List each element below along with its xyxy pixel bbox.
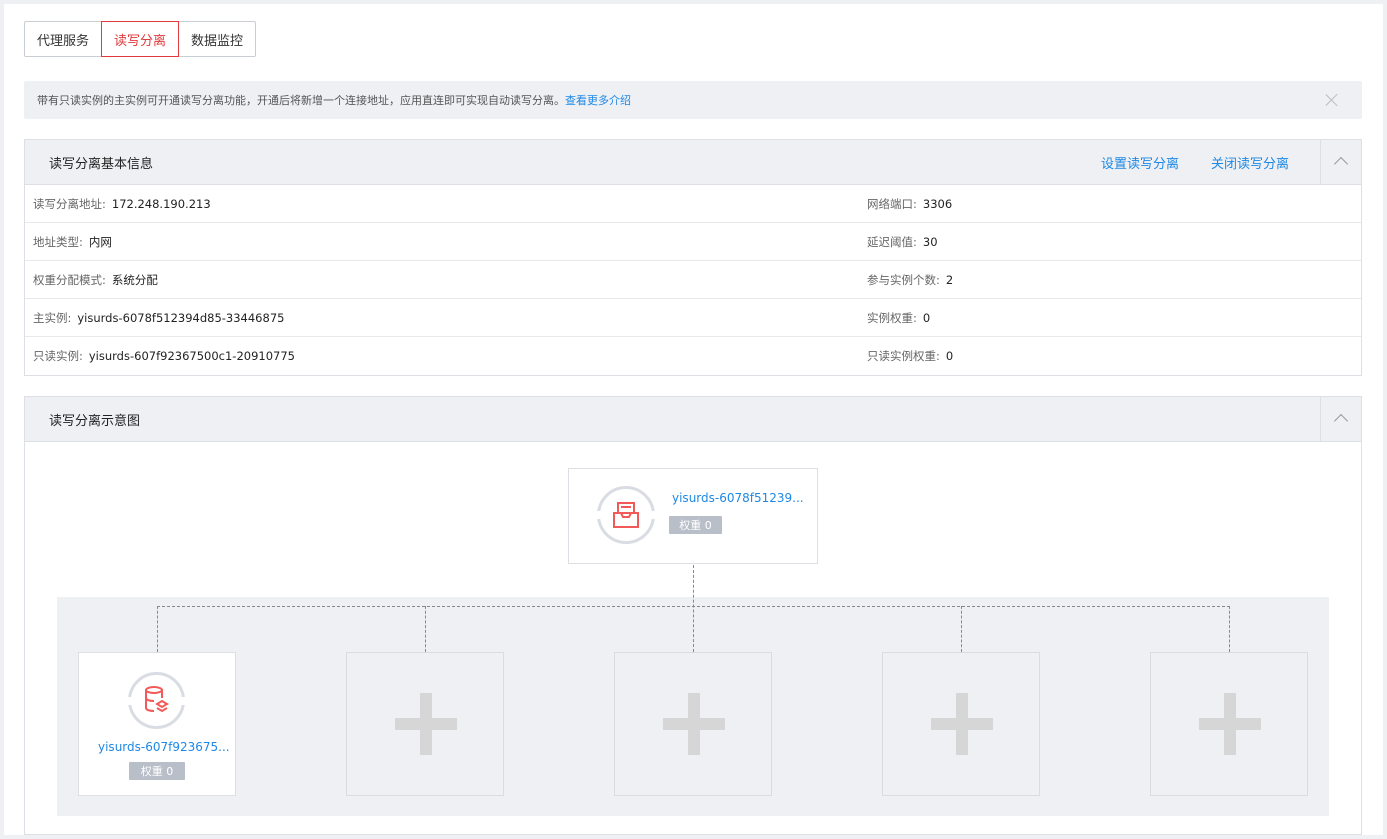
basic-info-title: 读写分离基本信息 xyxy=(49,156,154,172)
connector-line xyxy=(961,606,962,652)
delay-threshold-label: 延迟阈值: xyxy=(867,234,917,249)
info-row: 权重分配模式: 系统分配 参与实例个数: 2 xyxy=(25,261,1361,299)
port-value: 3306 xyxy=(922,196,953,211)
add-readonly-slot[interactable] xyxy=(882,652,1040,796)
diagram-header: 读写分离示意图 xyxy=(25,397,1361,442)
connector-line xyxy=(425,606,426,652)
basic-info-header: 读写分离基本信息 设置读写分离 关闭读写分离 xyxy=(25,140,1361,185)
connector-line xyxy=(1229,606,1230,652)
diagram-body: yisurds-6078f51239... 权重 0 yisurds-607f9… xyxy=(25,442,1361,836)
readonly-weight-label: 只读实例权重: xyxy=(867,348,940,363)
tab-data-monitor[interactable]: 数据监控 xyxy=(178,21,257,57)
readonly-instance-value: yisurds-607f92367500c1-20910775 xyxy=(88,348,295,363)
info-row: 主实例: yisurds-6078f512394d85-33446875 实例权重… xyxy=(25,299,1361,337)
notice-banner: 带有只读实例的主实例可开通读写分离功能，开通后将新增一个连接地址，应用直连即可实… xyxy=(24,81,1362,119)
instance-count-value: 2 xyxy=(945,272,954,287)
master-instance-value: yisurds-6078f512394d85-33446875 xyxy=(77,310,285,325)
add-readonly-slot[interactable] xyxy=(346,652,504,796)
plus-icon xyxy=(931,693,993,755)
tab-proxy-service[interactable]: 代理服务 xyxy=(24,21,103,57)
readonly-weight-badge: 权重 0 xyxy=(129,762,185,780)
port-label: 网络端口: xyxy=(867,196,917,211)
chevron-up-icon[interactable] xyxy=(1320,140,1361,184)
plus-icon xyxy=(1199,693,1261,755)
basic-info-panel: 读写分离基本信息 设置读写分离 关闭读写分离 读写分离地址: 172.248.19… xyxy=(24,139,1362,376)
info-row: 读写分离地址: 172.248.190.213 网络端口: 3306 xyxy=(25,185,1361,223)
readonly-instances-area: yisurds-607f923675... 权重 0 xyxy=(57,565,1329,816)
disable-rw-split-button[interactable]: 关闭读写分离 xyxy=(1211,153,1289,172)
rw-address-label: 读写分离地址: xyxy=(33,196,106,211)
connector-line xyxy=(157,606,158,652)
master-weight-label: 权重 xyxy=(679,519,702,532)
chevron-up-icon[interactable] xyxy=(1320,397,1361,441)
master-instance-card[interactable]: yisurds-6078f51239... 权重 0 xyxy=(568,468,818,564)
add-readonly-slot[interactable] xyxy=(614,652,772,796)
readonly-instance-label: 只读实例: xyxy=(33,348,83,363)
diagram-panel: 读写分离示意图 yisurds-6078f51239... 权重 0 yisur… xyxy=(24,396,1362,835)
readonly-instance-card[interactable]: yisurds-607f923675... 权重 0 xyxy=(78,652,236,796)
page: 代理服务 读写分离 数据监控 带有只读实例的主实例可开通读写分离功能，开通后将新… xyxy=(4,4,1383,835)
readonly-db-icon xyxy=(127,672,186,729)
master-weight-badge: 权重 0 xyxy=(669,516,722,534)
delay-threshold-value: 30 xyxy=(922,234,938,249)
connector-line xyxy=(693,565,694,652)
info-row: 地址类型: 内网 延迟阈值: 30 xyxy=(25,223,1361,261)
rw-address-value: 172.248.190.213 xyxy=(111,196,211,211)
master-instance-name[interactable]: yisurds-6078f51239... xyxy=(672,491,804,505)
address-type-label: 地址类型: xyxy=(33,234,83,249)
master-weight-value: 0 xyxy=(704,518,712,532)
instance-weight-label: 实例权重: xyxy=(867,310,917,325)
readonly-weight-value: 0 xyxy=(945,348,954,363)
plus-icon xyxy=(663,693,725,755)
readonly-weight-badge-value: 0 xyxy=(166,764,174,778)
add-readonly-slot[interactable] xyxy=(1150,652,1308,796)
tab-read-write-split[interactable]: 读写分离 xyxy=(101,21,180,57)
readonly-weight-badge-label: 权重 xyxy=(140,765,163,778)
instance-weight-value: 0 xyxy=(922,310,931,325)
diagram-title: 读写分离示意图 xyxy=(49,413,141,429)
configure-rw-split-button[interactable]: 设置读写分离 xyxy=(1101,153,1179,172)
readonly-instance-name[interactable]: yisurds-607f923675... xyxy=(98,740,230,754)
more-info-link[interactable]: 查看更多介绍 xyxy=(565,92,631,108)
basic-info-table: 读写分离地址: 172.248.190.213 网络端口: 3306 地址类型: 内网… xyxy=(25,185,1361,375)
info-row: 只读实例: yisurds-607f92367500c1-20910775 只读实… xyxy=(25,337,1361,375)
tab-bar: 代理服务 读写分离 数据监控 xyxy=(24,21,257,57)
instance-count-label: 参与实例个数: xyxy=(867,272,940,287)
address-type-value: 内网 xyxy=(88,234,112,249)
close-icon[interactable] xyxy=(1324,92,1340,108)
master-instance-label: 主实例: xyxy=(33,310,72,325)
master-db-icon xyxy=(596,486,656,544)
weight-mode-value: 系统分配 xyxy=(111,272,158,287)
notice-text: 带有只读实例的主实例可开通读写分离功能，开通后将新增一个连接地址，应用直连即可实… xyxy=(37,94,565,107)
weight-mode-label: 权重分配模式: xyxy=(33,272,106,287)
plus-icon xyxy=(395,693,457,755)
